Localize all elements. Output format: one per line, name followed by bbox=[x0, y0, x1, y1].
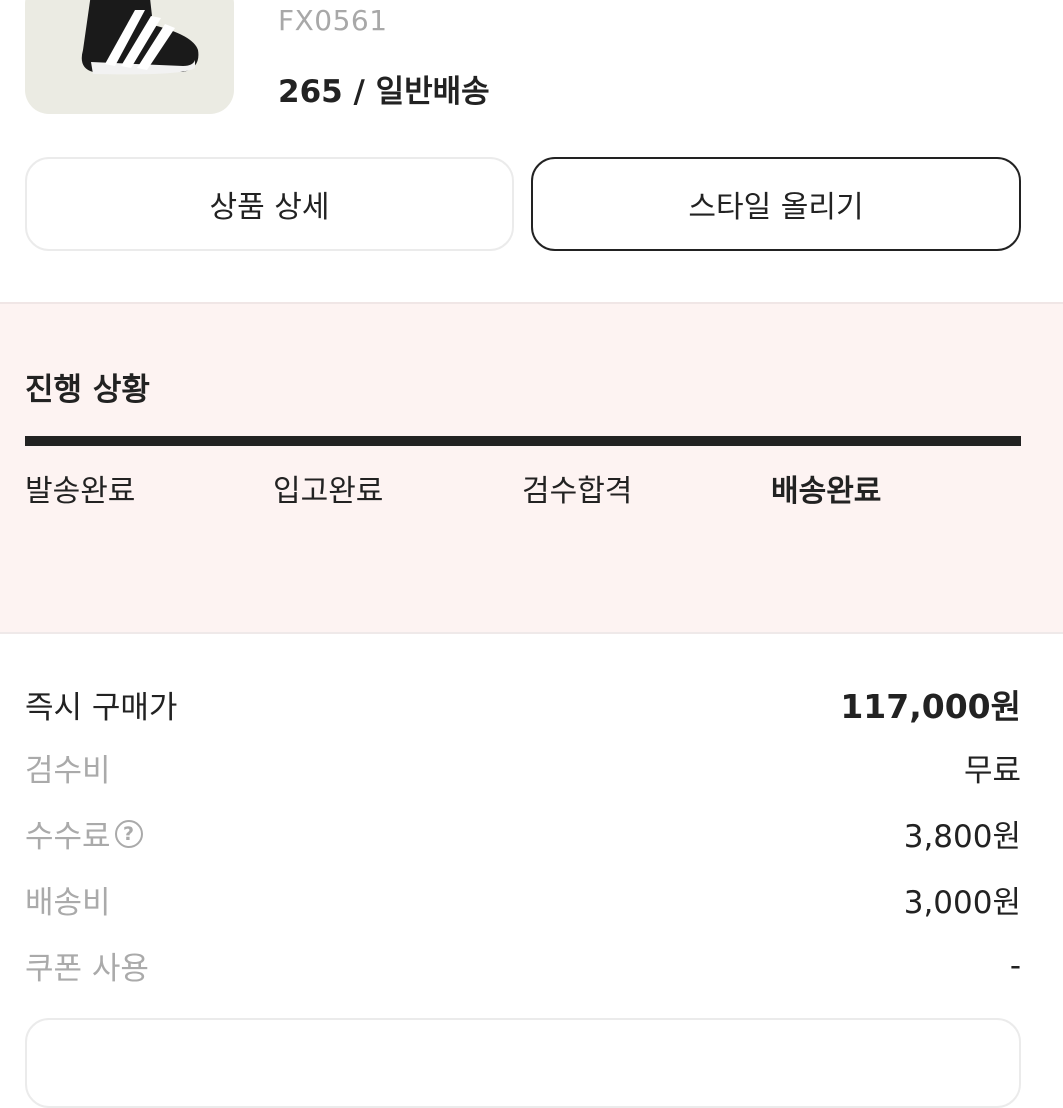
coupon-label: 쿠폰 사용 bbox=[25, 951, 149, 987]
bottom-action-button[interactable] bbox=[25, 1018, 1021, 1108]
post-style-button[interactable]: 스타일 올리기 bbox=[531, 157, 1021, 251]
buy-now-price-label: 즉시 구매가 bbox=[25, 689, 178, 726]
shoe-illustration bbox=[81, 0, 199, 75]
buy-now-price-value: 117,000원 bbox=[840, 687, 1021, 726]
shipping-fee-row: 배송비 3,000원 bbox=[25, 877, 1021, 922]
inspection-fee-label: 검수비 bbox=[25, 753, 111, 789]
product-image[interactable] bbox=[25, 0, 234, 114]
coupon-value: - bbox=[1009, 947, 1021, 984]
buy-now-price-row: 즉시 구매가 117,000원 bbox=[25, 680, 1021, 728]
step-warehoused: 입고완료 bbox=[273, 474, 384, 509]
commission-value: 3,800원 bbox=[903, 819, 1021, 855]
progress-title: 진행 상황 bbox=[25, 372, 150, 408]
model-code: FX0561 bbox=[278, 4, 388, 37]
size-delivery-option: 265 / 일반배송 bbox=[278, 74, 490, 110]
shipping-fee-value: 3,000원 bbox=[903, 885, 1021, 921]
shipping-fee-label: 배송비 bbox=[25, 885, 111, 921]
coupon-row: 쿠폰 사용 - bbox=[25, 943, 1021, 988]
inspection-fee-row: 검수비 무료 bbox=[25, 745, 1021, 790]
commission-label: 수수료 bbox=[25, 819, 111, 855]
step-shipped: 발송완료 bbox=[25, 474, 136, 509]
progress-section: 진행 상황 발송완료 입고완료 검수합격 배송완료 bbox=[0, 304, 1063, 634]
inspection-fee-value: 무료 bbox=[963, 753, 1021, 789]
commission-label-group: 수수료 ? bbox=[25, 811, 143, 856]
help-icon[interactable]: ? bbox=[114, 819, 143, 848]
progress-bar bbox=[25, 436, 1021, 446]
step-delivered: 배송완료 bbox=[771, 474, 882, 509]
commission-row: 수수료 ? 3,800원 bbox=[25, 811, 1021, 856]
step-inspection-passed: 검수합격 bbox=[522, 474, 633, 509]
post-style-label: 스타일 올리기 bbox=[688, 190, 864, 225]
product-detail-label: 상품 상세 bbox=[209, 190, 330, 225]
product-detail-button[interactable]: 상품 상세 bbox=[25, 157, 514, 251]
